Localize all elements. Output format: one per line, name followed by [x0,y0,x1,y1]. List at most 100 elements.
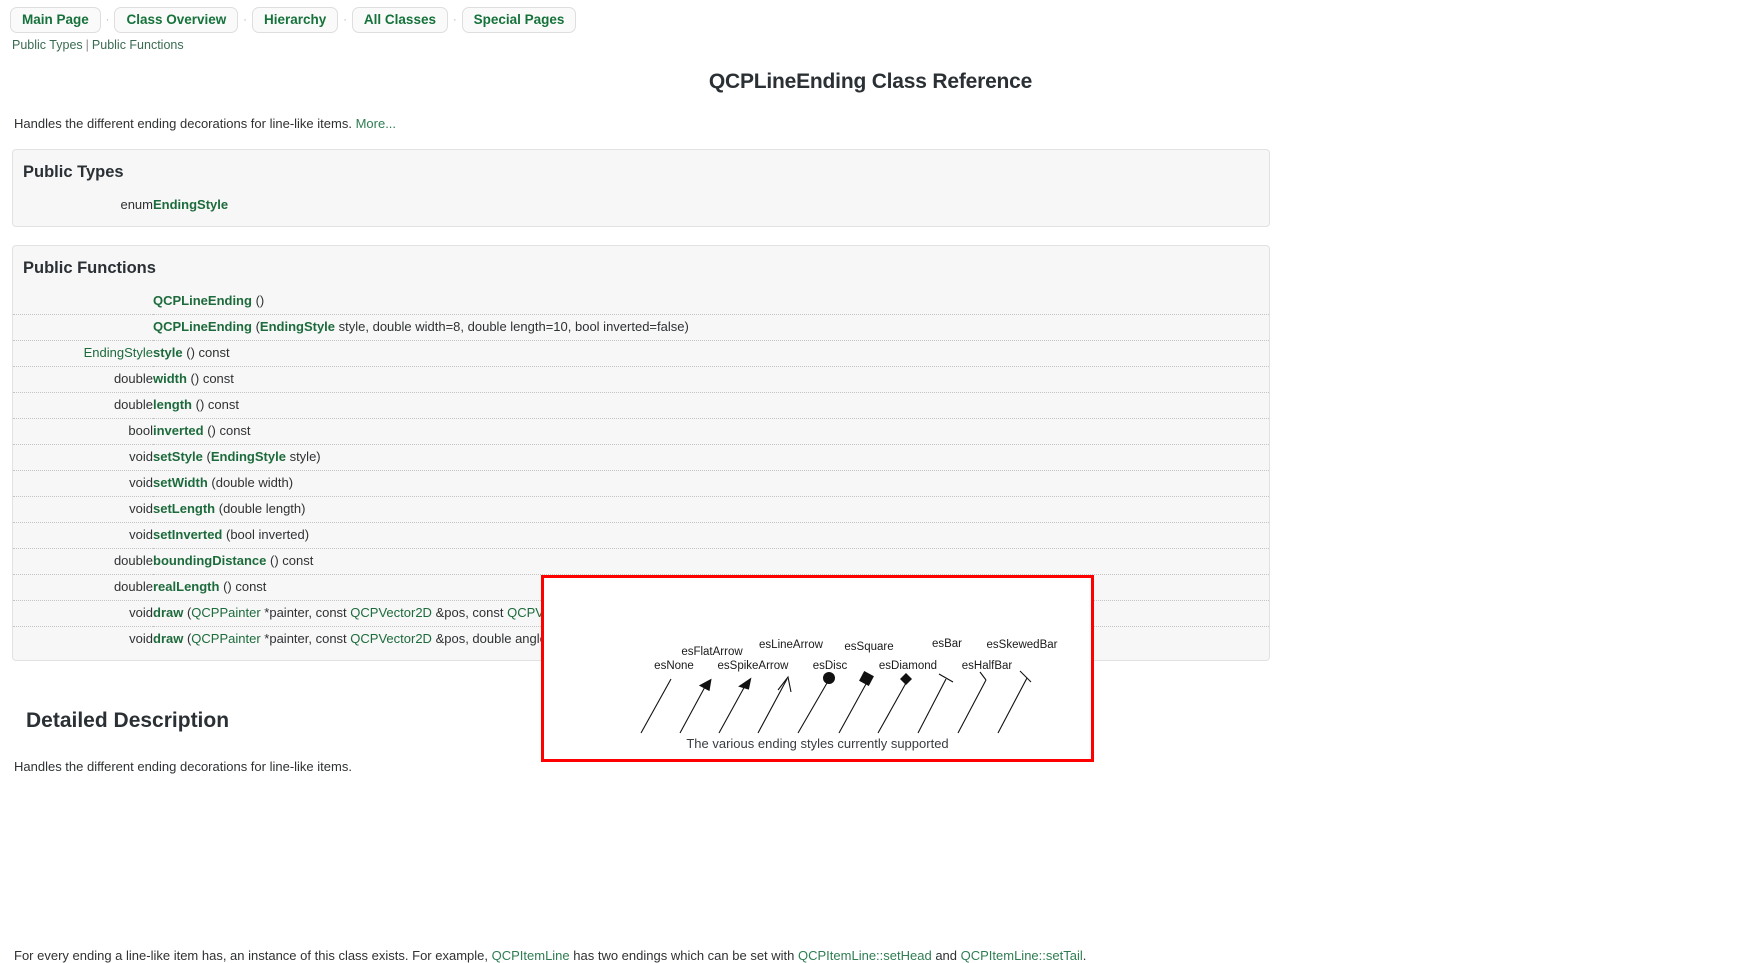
tab-main-page[interactable]: Main Page [10,7,101,33]
table-row[interactable]: QCPLineEnding (EndingStyle style, double… [13,314,1269,341]
table-row[interactable]: void setWidth (double width) [13,470,1269,497]
link-setinverted[interactable]: setInverted [153,527,222,542]
member-args-mid: *painter, const [260,631,351,646]
member-args: ( [202,449,211,464]
anchor-public-functions[interactable]: Public Functions [92,38,184,52]
figure-head-esdisc [823,672,835,684]
link-draw[interactable]: draw [153,631,183,646]
member-signature: setStyle (EndingStyle style) [153,444,1269,471]
member-type: void [13,522,153,549]
link-endingstyle[interactable]: EndingStyle [153,197,228,212]
figure-label-essquare: esSquare [844,641,893,653]
figure-line-esflatarrow [679,684,707,734]
member-args: (double length) [215,501,306,516]
member-signature: width () const [153,366,1269,393]
link-length[interactable]: length [153,397,192,412]
brief-description: Handles the different ending decorations… [14,116,1741,131]
link-draw[interactable]: draw [153,605,183,620]
member-args: (double width) [207,475,294,490]
figure-label-eshalfbar: esHalfBar [962,660,1013,672]
more-link[interactable]: More... [356,116,396,131]
tab-separator: · [105,14,110,26]
figure-label-esbar: esBar [932,638,962,650]
member-signature: setWidth (double width) [153,470,1269,497]
member-args: () const [219,579,267,594]
link-qcpitemline[interactable]: QCPItemLine [492,948,570,963]
detail-paragraph-1: For every ending a line-like item has, a… [14,946,1741,963]
link-setlength[interactable]: setLength [153,501,215,516]
tab-all-classes[interactable]: All Classes [351,7,448,33]
figure-label-eslinearrow: esLineArrow [759,639,824,651]
tab-hierarchy[interactable]: Hierarchy [251,7,339,33]
link-endingstyle[interactable]: EndingStyle [84,345,153,360]
link-qcppainter[interactable]: QCPPainter [191,631,260,646]
link-qcpitemline-settail[interactable]: QCPItemLine::setTail [961,948,1083,963]
anchor-public-types[interactable]: Public Types [12,38,83,52]
figure-head-eshalfbar [979,671,987,681]
table-row[interactable]: double boundingDistance () const [13,548,1269,575]
figure-label-esskewedbar: esSkewedBar [987,639,1058,651]
link-qcplineending-ctor[interactable]: QCPLineEnding [153,293,252,308]
public-types-panel: Public Types enum EndingStyle [12,149,1270,227]
member-type: void [13,496,153,523]
table-row[interactable]: EndingStyle style () const [13,340,1269,367]
table-row[interactable]: QCPLineEnding () [13,289,1269,315]
figure-label-esdiamond: esDiamond [879,660,937,672]
table-row[interactable]: enum EndingStyle [13,193,1269,218]
member-signature: length () const [153,392,1269,419]
figure-line-esnone [640,678,672,734]
table-row[interactable]: double width () const [13,366,1269,393]
para1-text-d: . [1082,948,1087,963]
figure-head-esspikearrow [738,677,752,690]
member-signature: style () const [153,340,1269,367]
link-endingstyle[interactable]: EndingStyle [211,449,286,464]
link-boundingdistance[interactable]: boundingDistance [153,553,266,568]
member-signature: EndingStyle [153,193,1269,218]
member-signature: inverted () const [153,418,1269,445]
tab-class-overview[interactable]: Class Overview [114,7,239,33]
member-type: void [13,444,153,471]
link-qcpvector2d[interactable]: QCPVector2D [350,605,432,620]
para1-text-c: and [931,948,961,963]
link-setstyle[interactable]: setStyle [153,449,203,464]
figure-label-esnone: esNone [654,660,694,672]
tab-special-pages[interactable]: Special Pages [461,7,577,33]
link-setwidth[interactable]: setWidth [153,475,208,490]
member-args: () const [182,345,230,360]
member-type: void [13,600,153,627]
link-inverted[interactable]: inverted [153,423,204,438]
link-qcppainter[interactable]: QCPPainter [191,605,260,620]
member-type: double [13,548,153,575]
member-args-mid2: &pos, const [431,605,508,620]
link-qcplineending-ctor2[interactable]: QCPLineEnding [153,319,252,334]
member-type: bool [13,418,153,445]
member-args-tail: style, double width=8, double length=10,… [335,319,689,334]
page-title: QCPLineEnding Class Reference [708,70,1033,93]
link-endingstyle[interactable]: EndingStyle [260,319,335,334]
brief-text: Handles the different ending decorations… [14,116,352,131]
ending-styles-diagram: esFlatArrow esLineArrow esSquare esBar e… [640,638,1058,734]
para1-text-b: has two endings which can be set with [569,948,799,963]
link-width[interactable]: width [153,371,187,386]
table-row[interactable]: bool inverted () const [13,418,1269,445]
member-type: void [13,626,153,652]
member-signature: QCPLineEnding () [153,289,1269,315]
figure-head-esbar [938,673,954,683]
figure-head-esflatarrow [698,678,712,692]
member-type: double [13,366,153,393]
table-row[interactable]: void setStyle (EndingStyle style) [13,444,1269,471]
table-row[interactable]: void setLength (double length) [13,496,1269,523]
tab-separator: · [343,14,347,26]
table-row[interactable]: void setInverted (bool inverted) [13,522,1269,549]
link-style[interactable]: style [153,345,183,360]
public-functions-header: Public Functions [23,259,156,277]
link-qcpitemline-sethead[interactable]: QCPItemLine::setHead [798,948,932,963]
tab-separator: · [452,14,457,26]
anchor-divider: | [85,38,89,52]
link-qcpvector2d[interactable]: QCPVector2D [350,631,432,646]
member-type: EndingStyle [13,340,153,367]
figure-inner: esFlatArrow esLineArrow esSquare esBar e… [544,578,1091,759]
figure-line-eshalfbar [957,679,987,734]
table-row[interactable]: double length () const [13,392,1269,419]
link-reallength[interactable]: realLength [153,579,219,594]
